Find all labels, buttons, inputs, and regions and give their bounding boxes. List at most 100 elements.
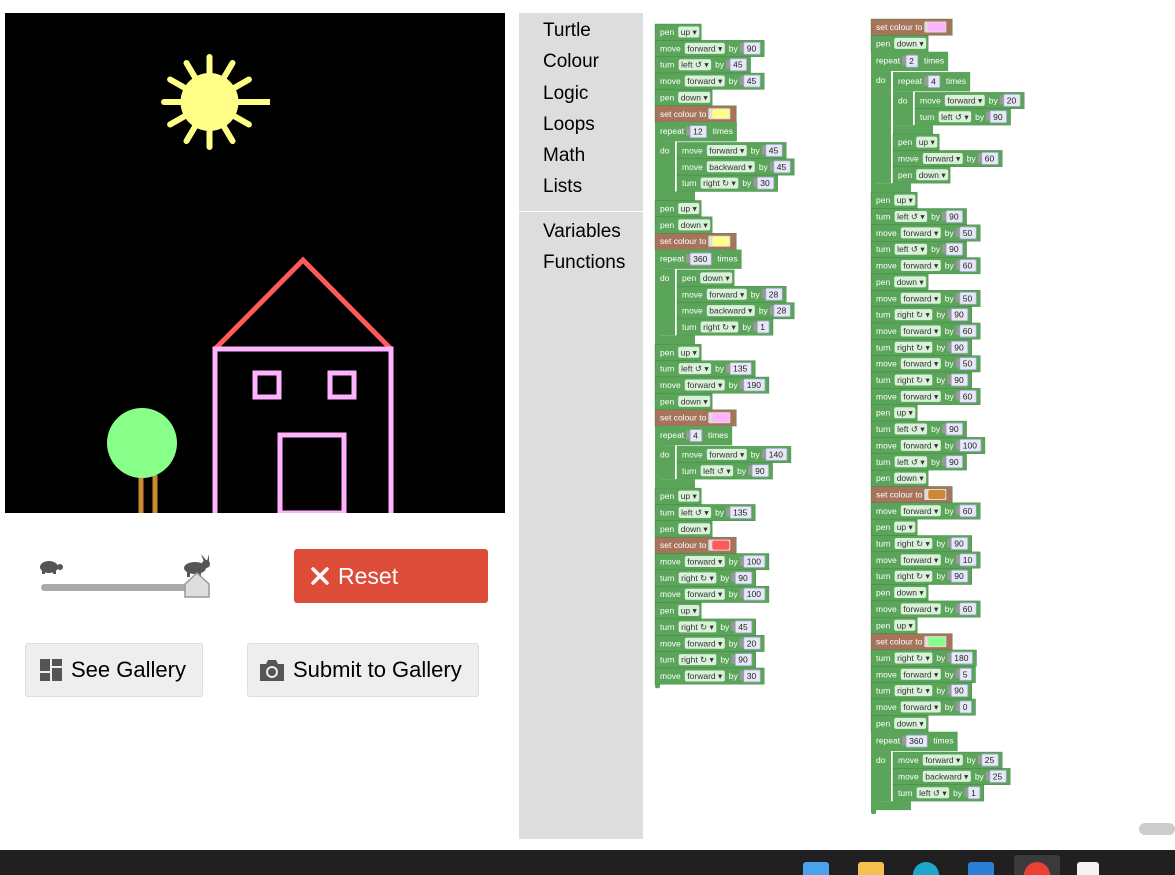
start-icon[interactable] bbox=[803, 862, 829, 875]
colour-swatch[interactable] bbox=[928, 637, 946, 647]
block-pen[interactable]: pen down ▾ bbox=[870, 273, 929, 291]
block-move[interactable]: move forward ▾ by 60 bbox=[870, 257, 981, 275]
block-pen[interactable]: pen up ▾ bbox=[892, 133, 940, 151]
dropdown-move[interactable]: forward ▾ bbox=[706, 288, 747, 300]
dropdown-move[interactable]: forward ▾ bbox=[684, 670, 725, 682]
dropdown-pen[interactable]: up ▾ bbox=[894, 521, 916, 533]
category-lists[interactable]: Lists bbox=[543, 176, 582, 198]
dropdown-pen[interactable]: up ▾ bbox=[894, 407, 916, 419]
block-set-colour-to[interactable]: set colour to bbox=[870, 486, 953, 504]
category-turtle[interactable]: Turtle bbox=[543, 20, 591, 42]
colour-swatch[interactable] bbox=[928, 22, 946, 32]
block-turn[interactable]: turn left ↺ ▾ by 90 bbox=[914, 108, 1011, 126]
block-set-colour-to[interactable]: set colour to bbox=[870, 633, 953, 651]
dropdown-pen[interactable]: up ▾ bbox=[678, 26, 700, 38]
dropdown-pen[interactable]: down ▾ bbox=[894, 472, 927, 484]
block-move[interactable]: move forward ▾ by 28 bbox=[676, 286, 787, 303]
block-move[interactable]: move forward ▾ by 50 bbox=[870, 355, 981, 373]
block-move[interactable]: move forward ▾ by 30 bbox=[654, 667, 765, 685]
repeat-count[interactable]: 360 bbox=[686, 252, 712, 266]
block-move[interactable]: move backward ▾ by 28 bbox=[676, 302, 795, 320]
block-turn[interactable]: turn right ↻ ▾ by 180 bbox=[870, 649, 977, 667]
block-move[interactable]: move forward ▾ by 100 bbox=[870, 437, 986, 454]
speed-slider[interactable] bbox=[36, 552, 216, 604]
dropdown-turn[interactable]: right ↻ ▾ bbox=[700, 321, 739, 333]
dropdown-move[interactable]: forward ▾ bbox=[900, 554, 941, 566]
colour-swatch[interactable] bbox=[712, 413, 730, 423]
block-pen[interactable]: pen down ▾ bbox=[892, 166, 951, 184]
block-move[interactable]: move forward ▾ by 50 bbox=[870, 224, 981, 242]
dropdown-move[interactable]: forward ▾ bbox=[684, 588, 725, 600]
block-move[interactable]: move forward ▾ by 0 bbox=[870, 698, 976, 716]
block-move[interactable]: move forward ▾ by 90 bbox=[654, 40, 765, 57]
block-move[interactable]: move forward ▾ by 60 bbox=[870, 388, 981, 405]
block-turn[interactable]: turn right ↻ ▾ by 90 bbox=[870, 682, 972, 700]
dropdown-pen[interactable]: down ▾ bbox=[678, 523, 711, 535]
block-move[interactable]: move backward ▾ by 45 bbox=[676, 158, 795, 176]
block-pen[interactable]: pen up ▾ bbox=[654, 23, 702, 41]
block-turn[interactable]: turn left ↺ ▾ by 90 bbox=[676, 462, 773, 480]
block-repeat[interactable]: repeat 4 times do move forward ▾ by 20 turn left … bbox=[893, 72, 1025, 135]
dropdown-pen[interactable]: down ▾ bbox=[916, 169, 949, 181]
dropdown-turn[interactable]: left ↺ ▾ bbox=[894, 243, 928, 255]
dropdown-move[interactable]: forward ▾ bbox=[684, 379, 725, 391]
reset-button[interactable]: Reset bbox=[294, 549, 488, 603]
dropdown-move[interactable]: forward ▾ bbox=[922, 754, 963, 766]
block-move[interactable]: move forward ▾ by 20 bbox=[654, 635, 765, 652]
dropdown-pen[interactable]: up ▾ bbox=[894, 619, 916, 631]
dropdown-pen[interactable]: down ▾ bbox=[894, 587, 927, 599]
dropdown-pen[interactable]: down ▾ bbox=[678, 219, 711, 231]
block-turn[interactable]: turn left ↺ ▾ by 90 bbox=[870, 420, 967, 438]
category-colour[interactable]: Colour bbox=[543, 51, 599, 73]
block-move[interactable]: move forward ▾ by 100 bbox=[654, 586, 770, 603]
block-move[interactable]: move forward ▾ by 60 bbox=[870, 502, 981, 520]
dropdown-pen[interactable]: down ▾ bbox=[894, 37, 927, 49]
block-pen[interactable]: pen down ▾ bbox=[654, 520, 713, 538]
category-loops[interactable]: Loops bbox=[543, 114, 595, 136]
dropdown-turn[interactable]: left ↺ ▾ bbox=[916, 787, 950, 799]
number-field[interactable]: 140 bbox=[761, 447, 788, 461]
block-turn[interactable]: turn left ↺ ▾ by 1 bbox=[892, 784, 985, 802]
category-logic[interactable]: Logic bbox=[543, 83, 588, 105]
block-turn[interactable]: turn right ↻ ▾ by 90 bbox=[654, 651, 756, 669]
block-pen[interactable]: pen up ▾ bbox=[654, 200, 702, 218]
dropdown-turn[interactable]: left ↺ ▾ bbox=[678, 363, 712, 375]
block-pen[interactable]: pen down ▾ bbox=[676, 269, 735, 287]
dropdown-move[interactable]: forward ▾ bbox=[684, 556, 725, 567]
block-move[interactable]: move forward ▾ by 50 bbox=[870, 290, 981, 307]
dropdown-move[interactable]: forward ▾ bbox=[684, 637, 725, 649]
dropdown-move[interactable]: forward ▾ bbox=[684, 42, 725, 54]
dropdown-turn[interactable]: right ↻ ▾ bbox=[678, 621, 717, 633]
number-field[interactable]: 190 bbox=[739, 378, 766, 392]
dropdown-turn[interactable]: right ↻ ▾ bbox=[894, 374, 933, 386]
dropdown-move[interactable]: backward ▾ bbox=[706, 161, 755, 173]
dropdown-move[interactable]: forward ▾ bbox=[900, 292, 941, 304]
colour-swatch[interactable] bbox=[712, 236, 730, 246]
block-set-colour-to[interactable]: set colour to bbox=[654, 536, 737, 554]
colour-swatch[interactable] bbox=[712, 540, 730, 550]
block-turn[interactable]: turn left ↺ ▾ by 90 bbox=[870, 240, 967, 258]
dropdown-turn[interactable]: right ↻ ▾ bbox=[894, 570, 933, 582]
dropdown-pen[interactable]: up ▾ bbox=[916, 136, 938, 148]
number-field[interactable]: 135 bbox=[726, 506, 752, 519]
dropdown-move[interactable]: forward ▾ bbox=[944, 94, 985, 106]
file-explorer-icon[interactable] bbox=[858, 862, 884, 875]
blocks-workspace[interactable]: pen up ▾ move forward ▾ by 90 turn left ↺ ▾ by 45… bbox=[643, 13, 1175, 839]
block-turn[interactable]: turn right ↻ ▾ by 90 bbox=[870, 306, 972, 324]
number-field[interactable]: 180 bbox=[947, 651, 973, 665]
block-turn[interactable]: turn left ↺ ▾ by 45 bbox=[654, 56, 751, 74]
workspace-scrollbar[interactable] bbox=[1139, 823, 1175, 835]
block-pen[interactable]: pen up ▾ bbox=[870, 191, 918, 209]
block-move[interactable]: move forward ▾ by 140 bbox=[676, 446, 792, 463]
dropdown-pen[interactable]: up ▾ bbox=[894, 194, 916, 206]
block-set-colour-to[interactable]: set colour to bbox=[870, 18, 953, 36]
category-variables[interactable]: Variables bbox=[543, 221, 621, 243]
dropdown-turn[interactable]: right ↻ ▾ bbox=[894, 652, 933, 664]
dropdown-move[interactable]: forward ▾ bbox=[900, 325, 941, 337]
block-turn[interactable]: turn left ↺ ▾ by 135 bbox=[654, 504, 756, 522]
dropdown-turn[interactable]: right ↻ ▾ bbox=[678, 654, 717, 666]
block-repeat[interactable]: repeat 2 times do repeat 4 times do move forward … bbox=[871, 51, 1025, 193]
block-move[interactable]: move forward ▾ by 20 bbox=[914, 92, 1025, 109]
block-move[interactable]: move forward ▾ by 25 bbox=[892, 751, 1003, 769]
colour-swatch[interactable] bbox=[712, 109, 730, 119]
